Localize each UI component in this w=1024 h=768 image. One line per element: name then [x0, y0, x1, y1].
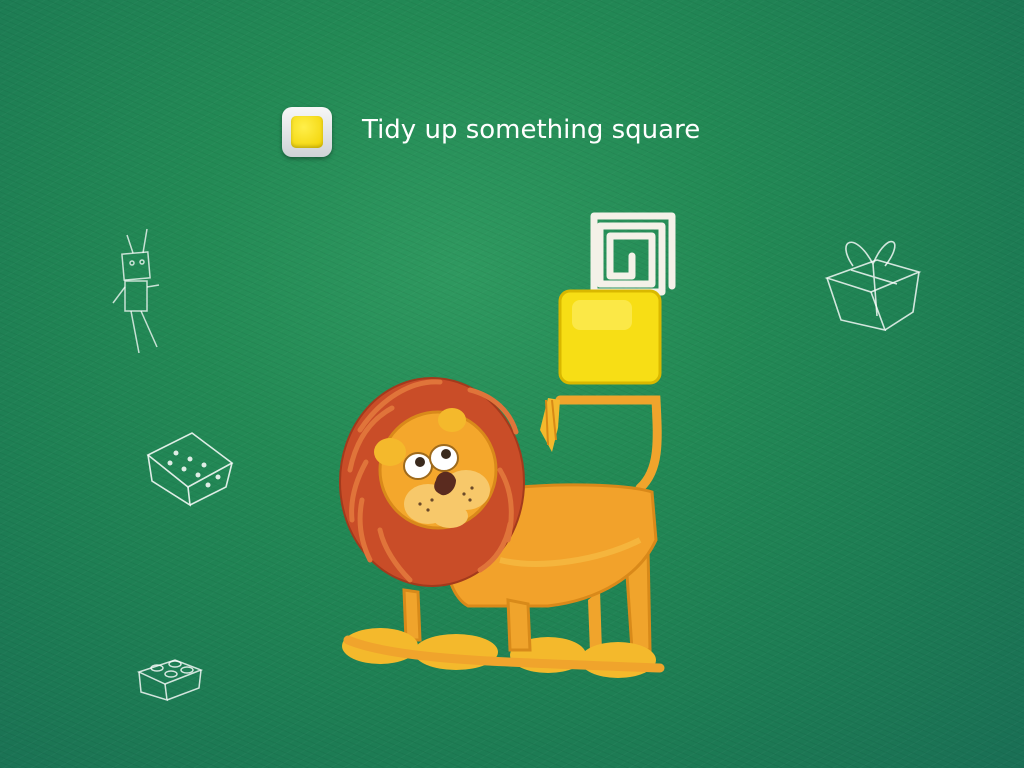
white-square-spiral[interactable] — [590, 212, 676, 296]
clay-lion[interactable] — [339, 377, 665, 678]
